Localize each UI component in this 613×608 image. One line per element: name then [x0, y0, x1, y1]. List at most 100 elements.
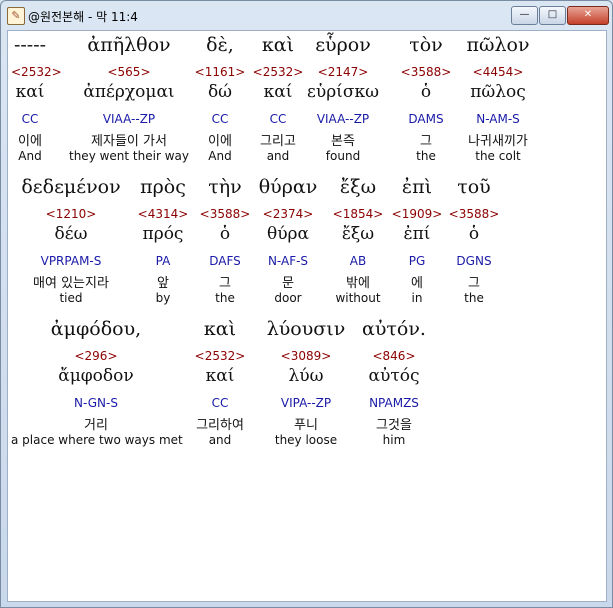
- korean-gloss: 앞: [157, 276, 169, 291]
- lexical-form: πῶλος: [470, 82, 526, 102]
- parsing-code: DAFS: [209, 254, 241, 268]
- strong-number[interactable]: <846>: [372, 349, 415, 363]
- lexical-form: καί: [263, 82, 293, 102]
- lexical-form: ὁ: [219, 224, 231, 244]
- korean-gloss: 그리고: [260, 134, 296, 149]
- korean-gloss: 밖에: [346, 276, 370, 291]
- strong-number[interactable]: <4314>: [138, 207, 189, 221]
- lexical-form: ὁ: [420, 82, 432, 102]
- strong-number[interactable]: <2532>: [11, 65, 62, 79]
- english-gloss: without: [335, 291, 381, 305]
- parsing-code: PA: [155, 254, 171, 268]
- strong-number[interactable]: <3089>: [281, 349, 332, 363]
- lexical-form: αὐτός: [368, 366, 420, 386]
- korean-gloss: 이에: [208, 134, 232, 149]
- interlinear-panel[interactable]: ----- <2532> καί CC 이에 And ἀπῆλθον <565> ἀπέρχομ…: [7, 30, 607, 602]
- strong-number[interactable]: <3588>: [200, 207, 251, 221]
- lexical-form: καί: [205, 366, 235, 386]
- greek-word: τὸν: [409, 34, 443, 56]
- strong-number[interactable]: <1210>: [46, 207, 97, 221]
- parsing-code: CC: [269, 112, 287, 126]
- parsing-code: N-AF-S: [267, 254, 309, 268]
- english-gloss: the: [416, 149, 436, 163]
- app-window: ✎ @원전본해 - 막 11:4 — □ ✕ ----- <2532> καί CC 이…: [0, 0, 613, 608]
- lexical-form: θύρα: [266, 224, 310, 244]
- lexical-form: ἄμφοδον: [58, 366, 134, 386]
- parsing-code: NPAMZS: [369, 396, 419, 410]
- lexical-form: ἔξω: [341, 224, 375, 244]
- strong-number[interactable]: <2532>: [253, 65, 304, 79]
- greek-word: καὶ: [203, 318, 237, 340]
- lexical-form: πρός: [142, 224, 184, 244]
- english-gloss: the: [215, 291, 235, 305]
- parsing-code: VPRPAM-S: [40, 254, 102, 268]
- parsing-code: CC: [211, 112, 229, 126]
- greek-word: ἀπῆλθον: [87, 34, 171, 56]
- korean-gloss: 에: [411, 276, 423, 291]
- greek-word: ἔξω: [339, 176, 377, 198]
- english-gloss: they went their way: [69, 149, 189, 163]
- parsing-code: CC: [211, 396, 229, 410]
- title-bar[interactable]: ✎ @원전본해 - 막 11:4 — □ ✕: [1, 1, 612, 29]
- strong-number[interactable]: <2374>: [263, 207, 314, 221]
- korean-gloss: 이에: [18, 134, 42, 149]
- english-gloss: found: [325, 149, 361, 163]
- strong-number[interactable]: <1854>: [333, 207, 384, 221]
- strong-number[interactable]: <4454>: [473, 65, 524, 79]
- strong-number[interactable]: <1161>: [195, 65, 246, 79]
- strong-number[interactable]: <2532>: [195, 349, 246, 363]
- lexical-form: ἐπί: [403, 224, 431, 244]
- korean-gloss: 그: [468, 276, 480, 291]
- greek-word: τοῦ: [457, 176, 491, 198]
- english-gloss: in: [411, 291, 423, 305]
- greek-word: εὗρον: [315, 34, 371, 56]
- english-gloss: by: [155, 291, 171, 305]
- parsing-code: AB: [349, 254, 367, 268]
- lexical-form: εὑρίσκω: [307, 82, 379, 102]
- english-gloss: and: [266, 149, 290, 163]
- strong-number[interactable]: <3588>: [449, 207, 500, 221]
- parsing-code: N-GN-S: [74, 396, 118, 410]
- korean-gloss: 제자들이 가서: [91, 134, 167, 149]
- greek-word: τὴν: [208, 176, 242, 198]
- lexical-form: ἀπέρχομαι: [83, 82, 175, 102]
- parsing-code: DAMS: [408, 112, 444, 126]
- parsing-code: N-AM-S: [476, 112, 520, 126]
- english-gloss: they loose: [274, 433, 338, 447]
- close-button[interactable]: ✕: [567, 6, 609, 25]
- strong-number[interactable]: <2147>: [318, 65, 369, 79]
- maximize-button[interactable]: □: [539, 6, 566, 25]
- strong-number[interactable]: <1909>: [392, 207, 443, 221]
- korean-gloss: 그: [420, 134, 432, 149]
- greek-word: ἀμφόδου,: [50, 318, 142, 340]
- korean-gloss: 거리: [84, 418, 108, 433]
- greek-word: λύουσιν: [266, 318, 346, 340]
- greek-word: -----: [13, 34, 47, 56]
- english-gloss: the: [464, 291, 484, 305]
- english-gloss: tied: [59, 291, 83, 305]
- english-gloss: and: [208, 433, 232, 447]
- greek-word: δεδεμένον: [21, 176, 121, 198]
- english-gloss: the colt: [475, 149, 521, 163]
- strong-number[interactable]: <296>: [74, 349, 117, 363]
- greek-word: πῶλον: [466, 34, 530, 56]
- korean-gloss: 그: [219, 276, 231, 291]
- korean-gloss: 그리하여: [196, 418, 244, 433]
- lexical-form: ὁ: [468, 224, 480, 244]
- korean-gloss: 그것을: [376, 418, 412, 433]
- greek-word: πρὸς: [140, 176, 186, 198]
- english-gloss: door: [274, 291, 302, 305]
- parsing-code: PG: [408, 254, 426, 268]
- korean-gloss: 푸니: [294, 418, 318, 433]
- window-title: @원전본해 - 막 11:4: [28, 10, 138, 24]
- lexical-form: λύω: [288, 366, 324, 386]
- strong-number[interactable]: <565>: [107, 65, 150, 79]
- greek-word: καὶ: [261, 34, 295, 56]
- english-gloss: him: [382, 433, 406, 447]
- korean-gloss: 나귀새끼가: [468, 134, 528, 149]
- greek-word: ἐπὶ: [401, 176, 433, 198]
- minimize-button[interactable]: —: [511, 6, 538, 25]
- lexical-form: δώ: [207, 82, 233, 102]
- english-gloss: And: [18, 149, 42, 163]
- strong-number[interactable]: <3588>: [401, 65, 452, 79]
